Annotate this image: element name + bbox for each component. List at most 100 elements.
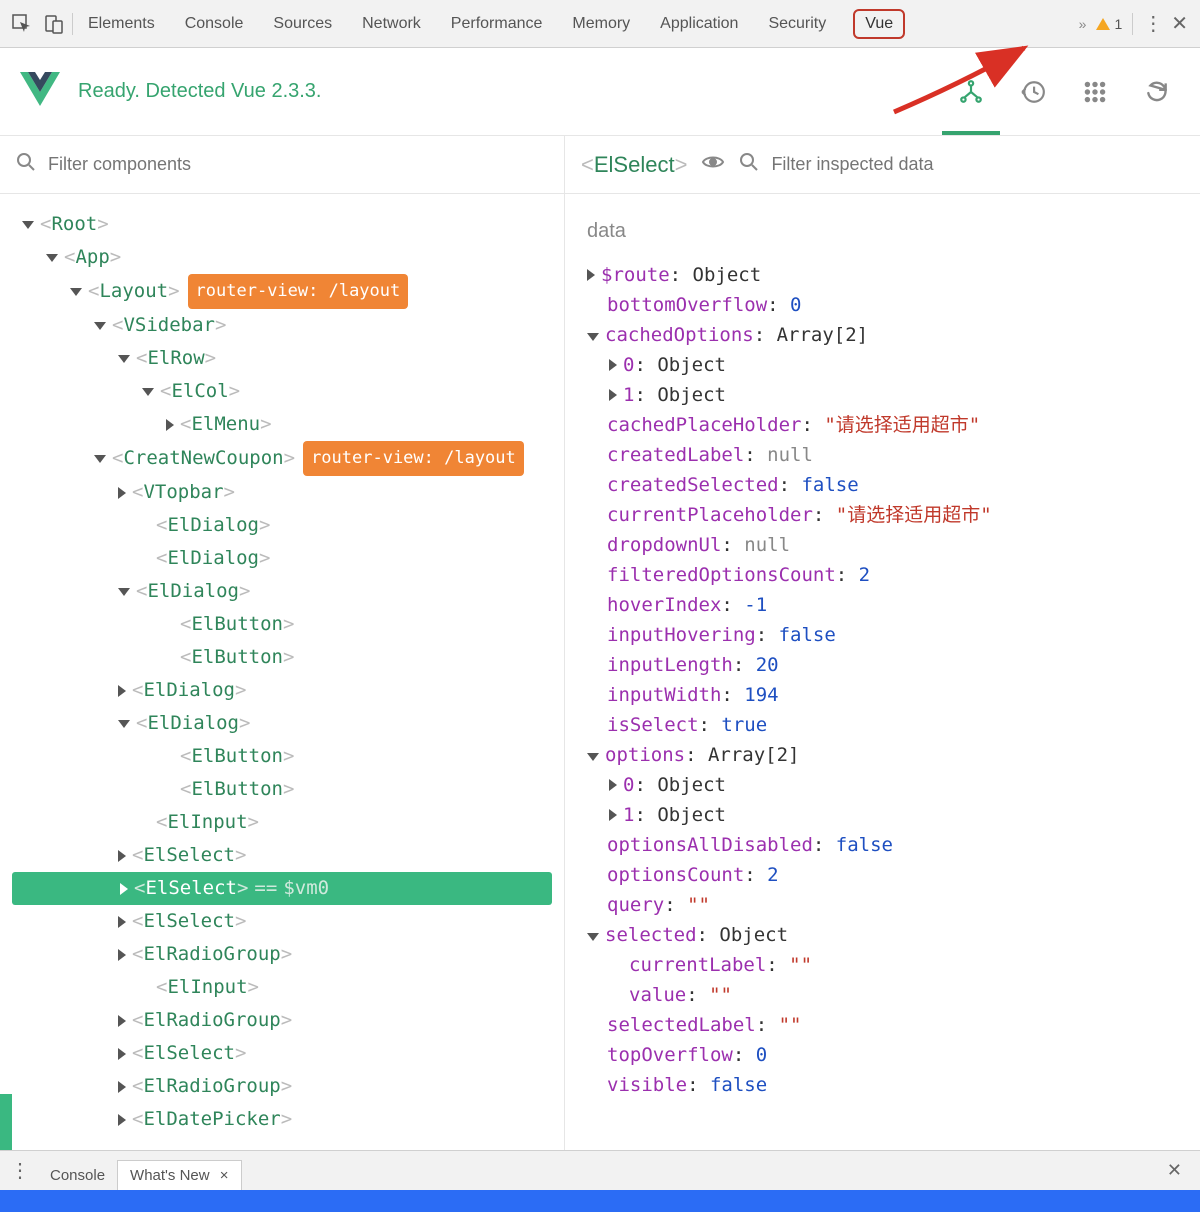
drawer-tab[interactable]: What's New ×	[117, 1160, 241, 1190]
data-property[interactable]: selected: Object	[587, 920, 1178, 950]
tree-node[interactable]: <ElRow>	[0, 342, 564, 375]
expand-icon	[22, 221, 34, 229]
tree-node[interactable]: <ElSelect>	[0, 839, 564, 872]
devtools-tab-sources[interactable]: Sources	[270, 3, 335, 45]
drawer-menu-icon[interactable]: ⋮	[10, 1158, 28, 1183]
tree-node[interactable]: <ElRadioGroup>	[0, 938, 564, 971]
events-icon[interactable]	[1082, 79, 1108, 105]
data-property[interactable]: bottomOverflow: 0	[587, 290, 1178, 320]
close-icon[interactable]: ✕	[1171, 11, 1188, 36]
tree-node[interactable]: <ElSelect>	[0, 905, 564, 938]
devtools-tab-network[interactable]: Network	[359, 3, 424, 45]
data-property[interactable]: options: Array[2]	[587, 740, 1178, 770]
tree-node[interactable]: <ElButton>	[0, 641, 564, 674]
overflow-icon[interactable]: »	[1079, 16, 1087, 32]
tree-node[interactable]: <Root>	[0, 208, 564, 241]
data-property[interactable]: inputWidth: 194	[587, 680, 1178, 710]
tree-node[interactable]: <ElDialog>	[0, 707, 564, 740]
component-tree: <Root><App><Layout>router-view: /layout<…	[0, 194, 564, 1136]
expand-icon	[118, 588, 130, 596]
data-property[interactable]: selectedLabel: ""	[587, 1010, 1178, 1040]
data-property[interactable]: currentLabel: ""	[587, 950, 1178, 980]
tree-node[interactable]: <ElButton>	[0, 773, 564, 806]
data-property[interactable]: topOverflow: 0	[587, 1040, 1178, 1070]
tab-close-icon[interactable]: ×	[220, 1167, 229, 1184]
data-property[interactable]: createdLabel: null	[587, 440, 1178, 470]
data-property[interactable]: visible: false	[587, 1070, 1178, 1100]
devtools-tab-application[interactable]: Application	[657, 3, 741, 45]
data-property[interactable]: optionsCount: 2	[587, 860, 1178, 890]
drawer-close-icon[interactable]: ✕	[1159, 1160, 1190, 1181]
history-icon[interactable]	[1020, 79, 1046, 105]
data-property[interactable]: query: ""	[587, 890, 1178, 920]
tree-node[interactable]: <VTopbar>	[0, 476, 564, 509]
tree-node[interactable]: <ElButton>	[0, 740, 564, 773]
collapse-icon	[609, 809, 617, 821]
devtools-tab-elements[interactable]: Elements	[85, 3, 158, 45]
data-property[interactable]: cachedOptions: Array[2]	[587, 320, 1178, 350]
inspector-header: <ElSelect>	[565, 136, 1200, 194]
separator	[72, 13, 73, 35]
data-property[interactable]: $route: Object	[587, 260, 1178, 290]
tree-node[interactable]: <ElMenu>	[0, 408, 564, 441]
vue-status-text: Ready. Detected Vue 2.3.3.	[78, 80, 322, 103]
tree-node[interactable]: <ElSelect>	[0, 1037, 564, 1070]
data-property[interactable]: 1: Object	[587, 800, 1178, 830]
expand-icon	[587, 933, 599, 941]
expand-icon	[142, 388, 154, 396]
tree-node[interactable]: <ElRadioGroup>	[0, 1004, 564, 1037]
data-property[interactable]: isSelect: true	[587, 710, 1178, 740]
selection-indicator	[0, 1094, 12, 1150]
refresh-icon[interactable]	[1144, 79, 1170, 105]
collapse-icon	[118, 1114, 126, 1126]
tree-node[interactable]: <ElInput>	[0, 971, 564, 1004]
data-property[interactable]: inputHovering: false	[587, 620, 1178, 650]
data-property[interactable]: filteredOptionsCount: 2	[587, 560, 1178, 590]
tree-node[interactable]: <ElDialog>	[0, 674, 564, 707]
tree-node[interactable]: <ElSelect>== $vm0	[12, 872, 552, 905]
data-property[interactable]: value: ""	[587, 980, 1178, 1010]
components-tab-icon[interactable]	[958, 79, 984, 105]
drawer-tab[interactable]: Console	[38, 1161, 117, 1190]
tree-node[interactable]: <App>	[0, 241, 564, 274]
tree-node[interactable]: <CreatNewCoupon>router-view: /layout	[0, 441, 564, 476]
tree-node[interactable]: <ElDialog>	[0, 575, 564, 608]
component-filter-input[interactable]	[48, 154, 548, 175]
tree-node[interactable]: <ElCol>	[0, 375, 564, 408]
data-property[interactable]: createdSelected: false	[587, 470, 1178, 500]
warning-badge[interactable]: 1	[1096, 16, 1122, 32]
tree-node[interactable]: <ElDialog>	[0, 542, 564, 575]
tree-node[interactable]: <VSidebar>	[0, 309, 564, 342]
tree-node[interactable]: <Layout>router-view: /layout	[0, 274, 564, 309]
collapse-icon	[118, 685, 126, 697]
tree-node[interactable]: <ElDialog>	[0, 509, 564, 542]
devtools-tab-memory[interactable]: Memory	[569, 3, 633, 45]
tree-node[interactable]: <ElInput>	[0, 806, 564, 839]
data-property[interactable]: 0: Object	[587, 770, 1178, 800]
tree-node[interactable]: <ElRadioGroup>	[0, 1070, 564, 1103]
data-panel: data $route: ObjectbottomOverflow: 0cach…	[565, 194, 1200, 1110]
data-property[interactable]: hoverIndex: -1	[587, 590, 1178, 620]
data-property[interactable]: currentPlaceholder: "请选择适用超市"	[587, 500, 1178, 530]
devtools-tab-security[interactable]: Security	[765, 3, 829, 45]
inspector-filter-input[interactable]	[771, 154, 1184, 175]
data-property[interactable]: inputLength: 20	[587, 650, 1178, 680]
separator	[1132, 13, 1133, 35]
collapse-icon	[118, 850, 126, 862]
devtools-tab-vue[interactable]: Vue	[853, 9, 905, 39]
data-property[interactable]: 1: Object	[587, 380, 1178, 410]
data-property[interactable]: optionsAllDisabled: false	[587, 830, 1178, 860]
data-property[interactable]: cachedPlaceHolder: "请选择适用超市"	[587, 410, 1178, 440]
data-property[interactable]: dropdownUl: null	[587, 530, 1178, 560]
inspect-icon[interactable]	[8, 10, 36, 38]
tree-node[interactable]: <ElDatePicker>	[0, 1103, 564, 1136]
kebab-menu-icon[interactable]: ⋮	[1143, 11, 1161, 36]
device-toggle-icon[interactable]	[40, 10, 68, 38]
eye-icon[interactable]	[701, 150, 725, 179]
expand-icon	[70, 288, 82, 296]
collapse-icon	[587, 269, 595, 281]
data-property[interactable]: 0: Object	[587, 350, 1178, 380]
devtools-tab-console[interactable]: Console	[182, 3, 247, 45]
tree-node[interactable]: <ElButton>	[0, 608, 564, 641]
devtools-tab-performance[interactable]: Performance	[448, 3, 546, 45]
